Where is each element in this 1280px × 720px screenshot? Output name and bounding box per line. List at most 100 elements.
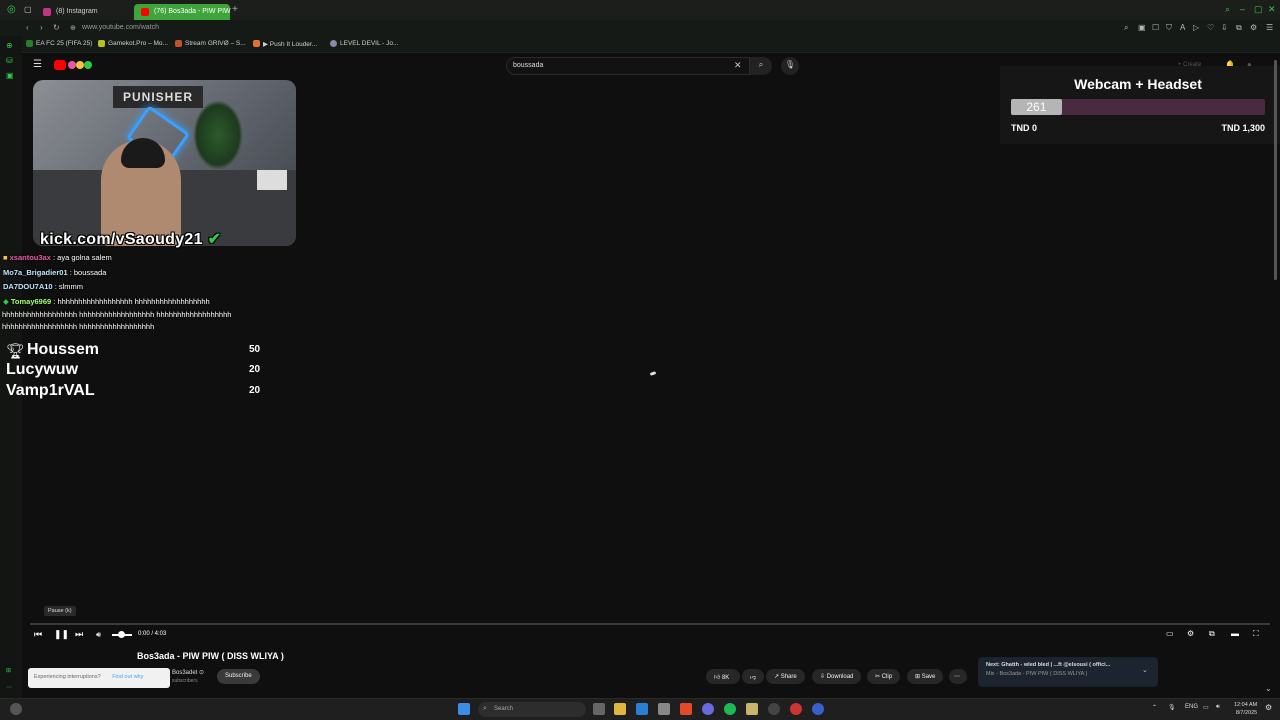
clear-search-icon[interactable]: ✕ — [734, 60, 742, 71]
language-indicator[interactable]: ENG — [1185, 704, 1198, 710]
chat-message: ◆ Tomay6969 : hhhhhhhhhhhhhhhhhh hhhhhhh… — [3, 297, 210, 306]
steam-icon[interactable] — [768, 703, 780, 715]
download-icon[interactable]: ⇩ — [1221, 23, 1228, 32]
subtitles-icon[interactable]: ▭ — [1166, 629, 1174, 638]
screenshot-icon[interactable]: ▣ — [1138, 23, 1146, 32]
search-tabs-icon[interactable]: ⌕ — [1225, 4, 1230, 15]
play-icon[interactable]: ▷ — [1193, 23, 1199, 32]
back-icon[interactable]: ‹ — [26, 23, 29, 32]
donation-goal-widget: Webcam + Headset 261 TND 0 TND 1,300 — [1000, 66, 1280, 144]
minecraft-icon[interactable] — [746, 703, 758, 715]
goal-progress-track: 261 — [1011, 99, 1265, 115]
translate-icon[interactable]: A — [1180, 23, 1185, 32]
player-settings-icon[interactable]: ⚙ — [1187, 629, 1194, 638]
maximize-icon[interactable]: ▢ — [1254, 4, 1263, 15]
sidebar-more-icon[interactable]: ⋯ — [6, 684, 16, 694]
weather-icon[interactable] — [10, 703, 22, 715]
workspaces-icon[interactable]: ▢ — [24, 5, 32, 14]
url-field[interactable]: www.youtube.com/watch — [82, 24, 159, 31]
minimize-icon[interactable]: – — [1240, 4, 1245, 14]
chevron-down-icon[interactable]: ⌄ — [1142, 666, 1148, 674]
taskbar-clock[interactable]: 12:04 AM 8/7/2025 — [1234, 701, 1257, 717]
site-info-icon[interactable]: ⊕ — [70, 24, 76, 32]
kick-url-text: kick.com/vSaoudy21 — [40, 231, 203, 248]
dislike-button[interactable]: 👎︎ — [742, 669, 764, 684]
voice-search-button[interactable]: 🎙 — [781, 57, 799, 75]
reload-icon[interactable]: ↻ — [53, 23, 60, 32]
sidebar-add-icon[interactable]: ⊕ — [6, 41, 16, 51]
opera-gx-icon[interactable] — [790, 703, 802, 715]
file-explorer-icon[interactable] — [614, 703, 626, 715]
discord-icon[interactable] — [702, 703, 714, 715]
video-progress-bar[interactable] — [30, 623, 1270, 625]
miniplayer-icon[interactable]: ⧉ — [1209, 629, 1215, 639]
sidebar-chat-icon[interactable]: ▣ — [6, 71, 16, 81]
spotify-icon[interactable] — [724, 703, 736, 715]
bookmark-item[interactable]: Stream GRIVØ – S... — [175, 40, 246, 47]
verified-icon: ✔ — [207, 231, 222, 248]
more-actions-button[interactable]: ⋯ — [949, 669, 967, 684]
brave-icon[interactable] — [680, 703, 692, 715]
task-view-icon[interactable] — [593, 703, 605, 715]
next-icon[interactable]: ⏭ — [75, 629, 83, 640]
extensions-icon[interactable]: ⧉ — [1236, 23, 1242, 33]
search-input[interactable]: boussada ✕ — [506, 57, 750, 75]
previous-icon[interactable]: ⏮ — [34, 629, 42, 640]
scroll-down-icon[interactable]: ⌄ — [1265, 684, 1272, 693]
tray-overflow-icon[interactable]: ⌃ — [1152, 704, 1157, 711]
close-window-icon[interactable]: ✕ — [1268, 4, 1276, 15]
windows-start-icon[interactable] — [458, 703, 470, 715]
bookmark-favicon-icon — [330, 40, 337, 47]
pause-button[interactable]: ❚❚ — [54, 629, 69, 640]
tab-youtube-active[interactable]: (76) Bos3ada - PIW PIW — [134, 4, 231, 20]
heart-icon[interactable]: ♡ — [1207, 23, 1214, 32]
loading-spinner-icon — [649, 371, 657, 376]
subscribe-button[interactable]: Subscribe — [217, 669, 260, 684]
sidebar-pin-icon[interactable]: ⊞ — [6, 667, 16, 677]
store-icon[interactable] — [658, 703, 670, 715]
outlook-icon[interactable] — [636, 703, 648, 715]
notification-center-icon[interactable]: ⚙ — [1265, 703, 1272, 712]
save-button[interactable]: ⊞ Save — [907, 669, 944, 684]
channel-name[interactable]: Bos3adet ⊙ — [172, 669, 204, 676]
chat-message: ■ xsantou3ax : aya golna salem — [3, 253, 112, 262]
search-button[interactable]: ⌕ — [750, 57, 772, 75]
speaker-icon[interactable]: 🔊︎ — [1216, 704, 1220, 711]
up-next-card[interactable]: Next: Ghatth - wled bled | ...ft @elsous… — [978, 657, 1158, 687]
volume-icon[interactable]: 🔊︎ — [96, 630, 101, 640]
bookmark-item[interactable]: Gamekot.Pro – Mo... — [98, 40, 168, 47]
chat-text: : hhhhhhhhhhhhhhhhhh hhhhhhhhhhhhhhhhhh — [51, 297, 210, 306]
like-button[interactable]: 👍︎ 8K — [706, 669, 740, 684]
wifi-icon[interactable]: ▭ — [1203, 704, 1209, 711]
thumbs-down-icon: 👎︎ — [750, 675, 757, 681]
clip-button[interactable]: ✂ Clip — [867, 669, 901, 684]
bookmark-item[interactable]: LEVEL DEVIL - Jo... — [330, 40, 398, 47]
settings-icon[interactable]: ⚙ — [1250, 23, 1257, 32]
download-button[interactable]: ⇩ Download — [812, 669, 862, 684]
app-icon[interactable] — [812, 703, 824, 715]
like-count: 8K — [721, 675, 730, 681]
browser-logo-icon[interactable]: ◎ — [7, 4, 16, 15]
menu-icon[interactable]: ☰ — [1266, 23, 1273, 32]
find-out-why-link[interactable]: Find out why — [112, 674, 143, 680]
shield-icon[interactable]: ⛉ — [1166, 23, 1172, 33]
fullscreen-icon[interactable]: ⛶ — [1253, 629, 1259, 639]
volume-slider-handle[interactable] — [118, 631, 125, 638]
new-tab-icon[interactable]: + — [232, 4, 238, 15]
theater-mode-icon[interactable]: ▬ — [1231, 629, 1239, 638]
tray-app-icon[interactable]: 🎙 — [1168, 704, 1176, 711]
tab-instagram[interactable]: (8) Instagram — [36, 4, 132, 20]
yt-logo-icon[interactable] — [54, 60, 94, 70]
forward-icon[interactable]: › — [40, 23, 43, 32]
time-display: 0:00 / 4:03 — [138, 631, 167, 637]
sidebar-bag-icon[interactable]: ⛁ — [6, 56, 16, 66]
share-button[interactable]: ↗ Share — [766, 669, 805, 684]
page-scrollbar[interactable] — [1274, 60, 1277, 280]
bookmark-item[interactable]: ▶ Push It Louder... — [253, 40, 317, 48]
zoom-icon[interactable]: ⌕ — [1124, 23, 1128, 33]
bookmark-icon[interactable]: ☐ — [1152, 23, 1159, 32]
leaderboard-name: Lucywuw — [6, 361, 79, 378]
yt-menu-icon[interactable]: ☰ — [33, 59, 42, 70]
taskbar-search[interactable]: ⌕ Search — [478, 702, 586, 717]
bookmark-item[interactable]: EA FC 25 (FIFA 25) — [26, 40, 92, 47]
